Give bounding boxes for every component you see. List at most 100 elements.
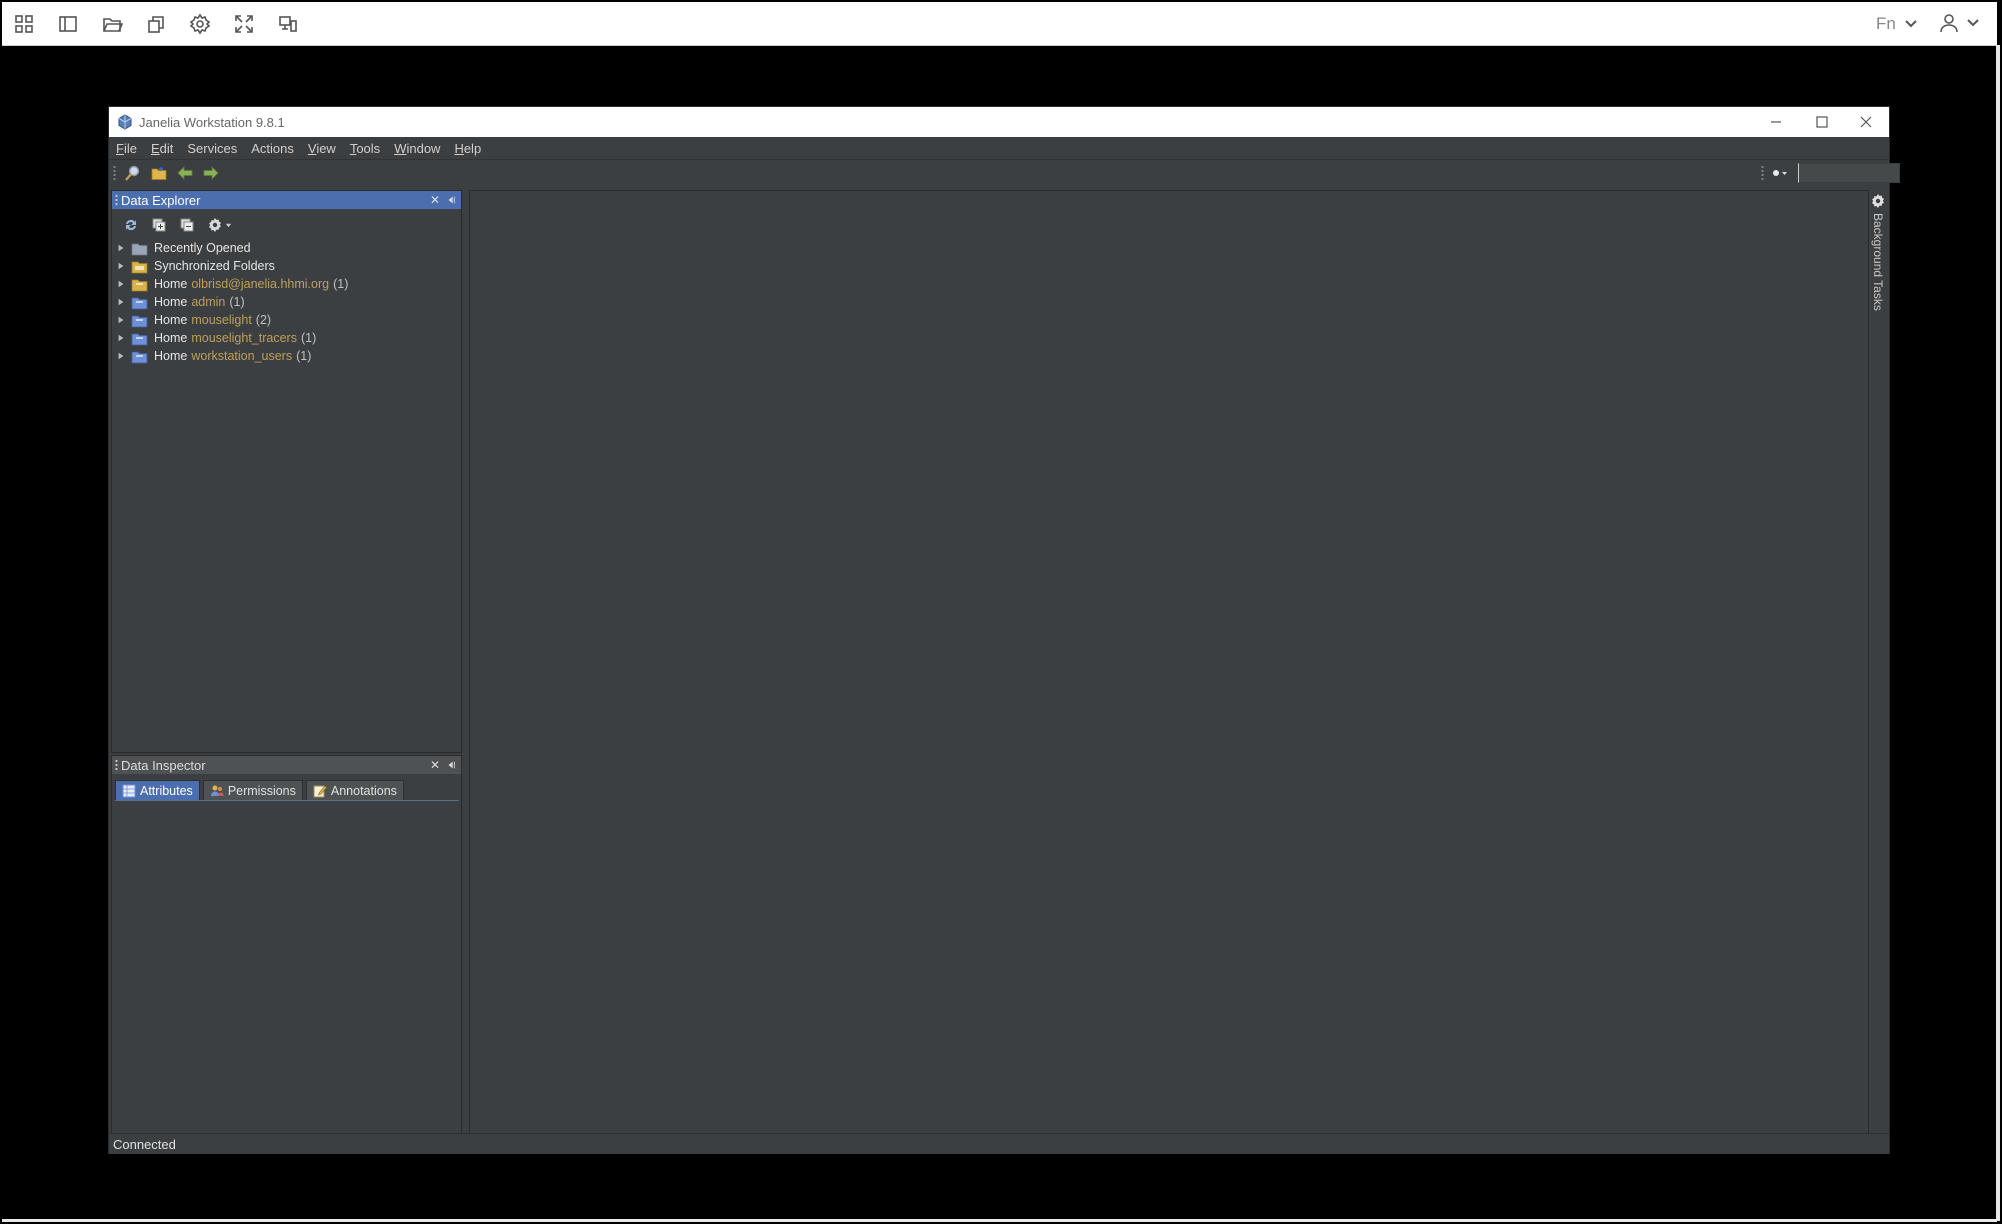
fn-key-menu[interactable]: Fn	[1876, 14, 1918, 34]
tree-node[interactable]: Home mouselight (2)	[116, 311, 461, 329]
user-menu[interactable]	[1938, 12, 1980, 34]
main-toolbar	[109, 160, 1900, 186]
split-view-icon[interactable]	[56, 12, 80, 36]
tree-node-label: Home	[154, 277, 188, 291]
panel-grip[interactable]	[115, 759, 118, 771]
forward-button[interactable]	[198, 162, 224, 184]
user-icon	[1940, 14, 1958, 33]
expand-all-button[interactable]	[146, 214, 172, 236]
close-panel-button[interactable]: ✕	[427, 757, 443, 773]
search-input[interactable]	[1798, 163, 1900, 183]
viewer-edge	[1996, 45, 2000, 1221]
data-inspector-header[interactable]: Data Inspector ✕	[112, 756, 461, 774]
search-button[interactable]	[120, 162, 146, 184]
tree-node[interactable]: Home mouselight_tracers (1)	[116, 329, 461, 347]
remote-desktop-toolbar: Fn	[2, 2, 1997, 46]
close-panel-button[interactable]: ✕	[427, 192, 443, 208]
expand-arrow-icon[interactable]	[116, 351, 126, 361]
menu-label: Actions	[251, 140, 294, 156]
minimize-button[interactable]	[1753, 107, 1799, 137]
copy-icon[interactable]	[144, 12, 168, 36]
expand-arrow-icon[interactable]	[116, 243, 126, 253]
viewer-edge	[2, 1219, 1997, 1222]
menu-mnemonic: E	[150, 140, 160, 156]
tree-node-owner: mouselight	[191, 313, 252, 327]
attributes-table	[115, 800, 459, 1131]
refresh-button[interactable]	[118, 214, 144, 236]
shared-folder-icon	[131, 351, 148, 363]
back-button[interactable]	[172, 162, 198, 184]
menu-mnemonic: H	[454, 140, 464, 156]
tree-node-label: Home	[154, 349, 188, 363]
menu-mnemonic: W	[394, 140, 407, 156]
editor-area	[469, 190, 1869, 1134]
collapse-all-button[interactable]	[174, 214, 200, 236]
data-inspector-panel: Data Inspector ✕ Attributes Permissions …	[111, 755, 462, 1134]
menu-label: Services	[187, 140, 238, 156]
data-tree: Recently Opened Synchronized Folders Hom…	[116, 239, 461, 365]
chevron-down-icon	[225, 223, 231, 227]
menu-actions[interactable]: Actions	[244, 141, 301, 156]
connection-status: Connected	[113, 1136, 176, 1152]
tree-node-label: Synchronized Folders	[154, 259, 275, 273]
minimize-panel-button[interactable]	[443, 192, 459, 208]
maximize-button[interactable]	[1799, 107, 1845, 137]
tab-attributes[interactable]: Attributes	[115, 780, 200, 800]
toolbar-grip[interactable]	[113, 165, 116, 181]
background-tasks-label: Background Tasks	[1871, 213, 1885, 311]
menu-label: indow	[406, 140, 441, 156]
tree-node[interactable]: Recently Opened	[116, 239, 461, 257]
menu-edit[interactable]: Edit	[144, 141, 180, 156]
expand-arrow-icon[interactable]	[116, 333, 126, 343]
shared-folder-icon	[131, 315, 148, 327]
note-icon	[313, 785, 327, 797]
menu-tools[interactable]: Tools	[343, 141, 387, 156]
expand-arrow-icon[interactable]	[116, 297, 126, 307]
toolbar-grip[interactable]	[1761, 165, 1764, 181]
minimize-panel-icon	[448, 196, 455, 204]
panel-title: Data Inspector	[121, 757, 206, 773]
gear-icon[interactable]	[188, 12, 212, 36]
tree-node-label: Home	[154, 331, 188, 345]
tree-node[interactable]: Synchronized Folders	[116, 257, 461, 275]
close-button[interactable]	[1843, 107, 1889, 137]
folder-icon	[131, 243, 148, 255]
menu-file[interactable]: File	[109, 141, 144, 156]
folder-open-icon[interactable]	[100, 12, 124, 36]
fn-label: Fn	[1876, 14, 1896, 33]
menu-label: ools	[356, 140, 381, 156]
tree-node[interactable]: Home admin (1)	[116, 293, 461, 311]
tree-node-label: Home	[154, 313, 188, 327]
expand-arrow-icon[interactable]	[116, 261, 126, 271]
menu-window[interactable]: Window	[387, 141, 447, 156]
panel-title: Data Explorer	[121, 192, 201, 208]
tab-permissions[interactable]: Permissions	[202, 780, 303, 800]
apps-grid-icon[interactable]	[12, 12, 36, 36]
collapse-all-icon	[180, 218, 194, 232]
panel-grip[interactable]	[115, 194, 118, 206]
explorer-settings-dropdown[interactable]	[202, 214, 236, 236]
display-icon[interactable]	[276, 12, 300, 36]
menu-mnemonic: F	[116, 140, 124, 156]
tree-node[interactable]: Home workstation_users (1)	[116, 347, 461, 365]
expand-arrow-icon[interactable]	[116, 279, 126, 289]
new-folder-button[interactable]	[146, 162, 172, 184]
chevron-down-icon	[1967, 19, 1979, 27]
gear-icon	[208, 218, 221, 232]
data-explorer-header[interactable]: Data Explorer ✕	[112, 191, 461, 209]
minimize-panel-button[interactable]	[443, 757, 459, 773]
tab-label: Attributes	[140, 783, 193, 798]
background-tasks-tab[interactable]: Background Tasks	[1869, 193, 1887, 323]
search-options-dropdown[interactable]	[1768, 164, 1792, 182]
menu-help[interactable]: Help	[447, 141, 488, 156]
expand-arrow-icon[interactable]	[116, 315, 126, 325]
data-explorer-panel: Data Explorer ✕ Recently Opened Synchron…	[111, 190, 462, 753]
chevron-down-icon	[1905, 20, 1917, 28]
arrow-left-icon	[177, 166, 193, 180]
menu-services[interactable]: Services	[180, 141, 244, 156]
tree-node[interactable]: Home olbrisd@janelia.hhmi.org (1)	[116, 275, 461, 293]
menu-view[interactable]: View	[301, 141, 343, 156]
window-titlebar[interactable]: Janelia Workstation 9.8.1	[109, 107, 1889, 137]
fullscreen-icon[interactable]	[232, 12, 256, 36]
tab-annotations[interactable]: Annotations	[305, 780, 404, 800]
